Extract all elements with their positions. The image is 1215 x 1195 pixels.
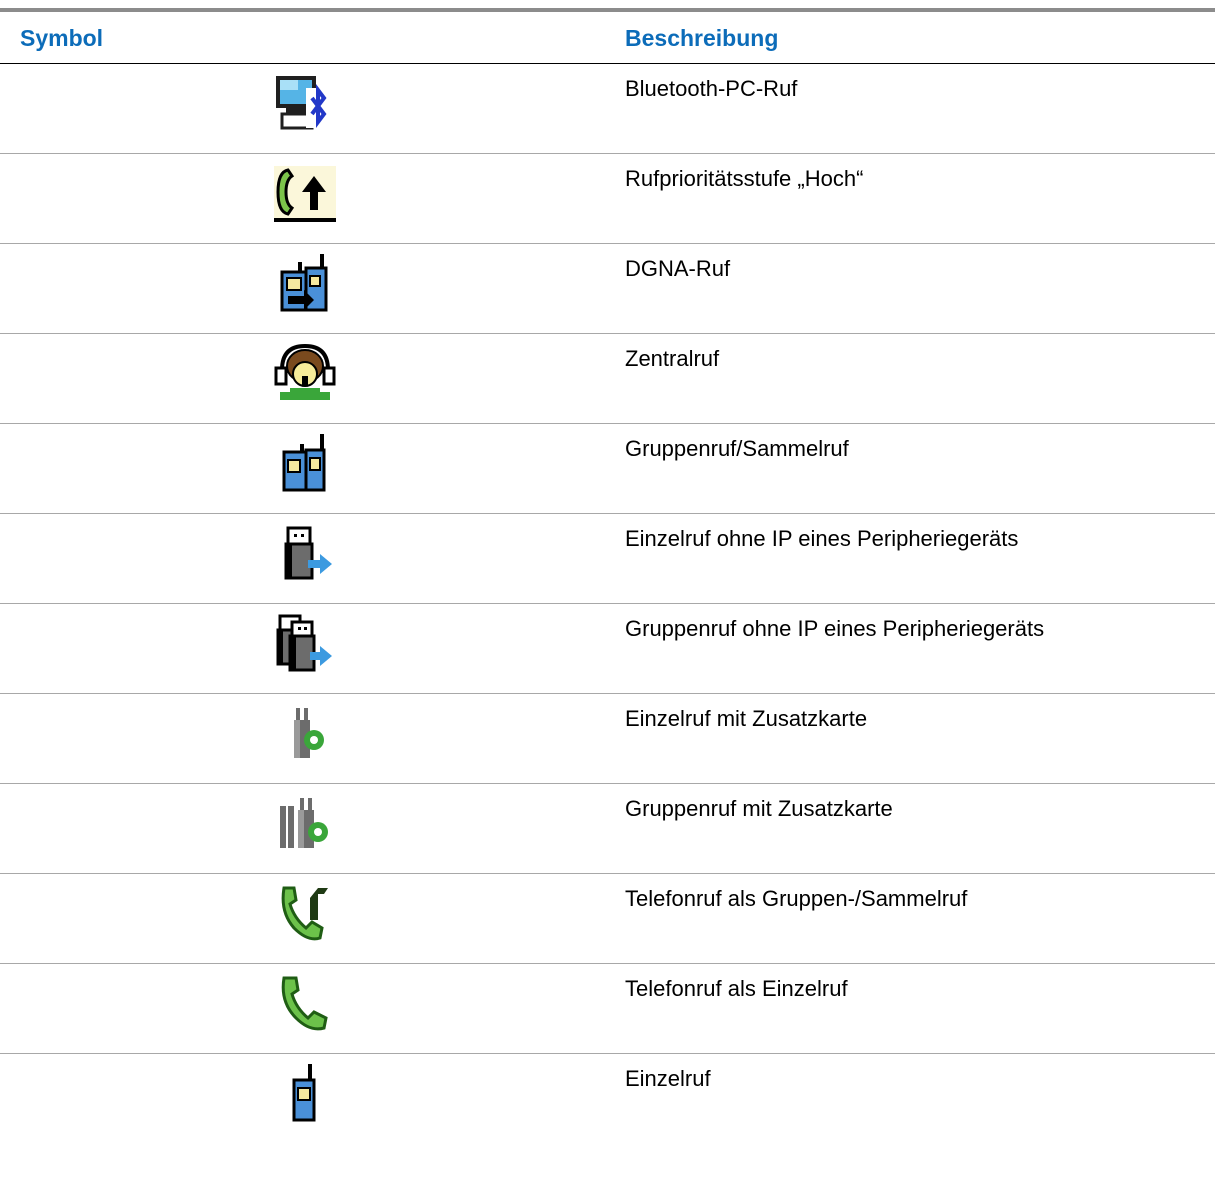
dispatcher-call-icon — [272, 340, 338, 406]
table-row: Gruppenruf ohne IP eines Peripheriegerät… — [0, 604, 1215, 694]
table-header: Symbol Beschreibung — [0, 12, 1215, 64]
group-call-icon — [272, 430, 338, 496]
table-row: Gruppenruf/Sammelruf — [0, 424, 1215, 514]
table-row: Zentralruf — [0, 334, 1215, 424]
description-cell: Zentralruf — [625, 346, 720, 371]
symbol-cell — [0, 154, 613, 243]
dgna-call-icon — [272, 250, 338, 316]
description-cell: Bluetooth-PC-Ruf — [625, 76, 798, 101]
phone-group-call-icon — [272, 880, 338, 946]
description-cell: Gruppenruf mit Zusatzkarte — [625, 796, 893, 821]
symbol-cell — [0, 244, 613, 333]
table-row: Einzelruf — [0, 1054, 1215, 1144]
header-description: Beschreibung — [625, 25, 779, 51]
private-call-icon — [272, 1060, 338, 1126]
symbol-cell — [0, 694, 613, 783]
description-cell: Telefonruf als Einzelruf — [625, 976, 848, 1001]
description-cell: Einzelruf mit Zusatzkarte — [625, 706, 868, 731]
symbol-table: Symbol Beschreibung Bluetooth-PC-Ruf Ruf… — [0, 8, 1215, 1144]
table-row: Einzelruf ohne IP eines Peripheriegeräts — [0, 514, 1215, 604]
call-priority-high-icon — [272, 160, 338, 226]
table-row: Einzelruf mit Zusatzkarte — [0, 694, 1215, 784]
table-row: DGNA-Ruf — [0, 244, 1215, 334]
description-cell: DGNA-Ruf — [625, 256, 731, 281]
description-cell: Einzelruf ohne IP eines Peripheriegeräts — [625, 526, 1019, 551]
table-row: Gruppenruf mit Zusatzkarte — [0, 784, 1215, 874]
symbol-cell — [0, 514, 613, 603]
table-row: Telefonruf als Gruppen-/Sammelruf — [0, 874, 1215, 964]
non-ip-peripheral-private-call-icon — [272, 520, 338, 586]
description-cell: Rufprioritätsstufe „Hoch“ — [625, 166, 864, 191]
symbol-cell — [0, 784, 613, 873]
symbol-cell — [0, 874, 613, 963]
symbol-cell — [0, 964, 613, 1053]
symbol-cell — [0, 64, 613, 153]
option-board-private-call-icon — [272, 700, 338, 766]
description-cell: Einzelruf — [625, 1066, 711, 1091]
table-row: Telefonruf als Einzelruf — [0, 964, 1215, 1054]
symbol-cell — [0, 424, 613, 513]
description-cell: Gruppenruf ohne IP eines Peripheriegerät… — [625, 616, 1045, 641]
header-symbol: Symbol — [20, 25, 104, 51]
symbol-cell — [0, 604, 613, 693]
phone-private-call-icon — [272, 970, 338, 1036]
option-board-group-call-icon — [272, 790, 338, 856]
description-cell: Gruppenruf/Sammelruf — [625, 436, 849, 461]
table-row: Rufprioritätsstufe „Hoch“ — [0, 154, 1215, 244]
description-cell: Telefonruf als Gruppen-/Sammelruf — [625, 886, 968, 911]
symbol-cell — [0, 334, 613, 423]
table-row: Bluetooth-PC-Ruf — [0, 64, 1215, 154]
non-ip-peripheral-group-call-icon — [272, 610, 338, 676]
bluetooth-pc-call-icon — [272, 70, 338, 136]
symbol-cell — [0, 1054, 613, 1144]
